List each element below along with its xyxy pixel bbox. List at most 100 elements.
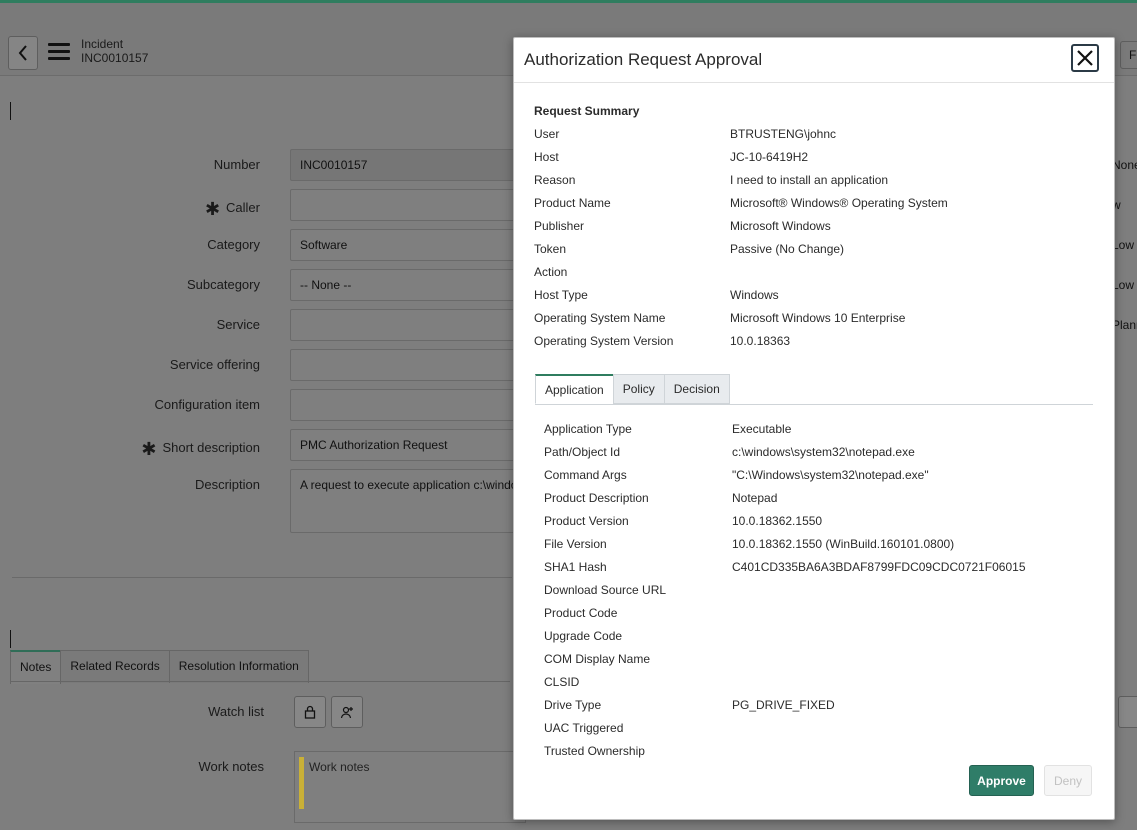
service-label: Service (216, 317, 260, 332)
short-description-label: ✱ Short description (141, 439, 260, 459)
summary-label: Action (534, 265, 568, 279)
summary-label: Host (534, 150, 559, 164)
summary-value: BTRUSTENG\johnc (730, 127, 837, 141)
configuration-item-field[interactable] (290, 389, 530, 421)
lock-button[interactable] (294, 696, 326, 728)
caller-field[interactable] (290, 189, 530, 221)
tab-notes[interactable]: Notes (10, 650, 62, 684)
application-label: COM Display Name (544, 652, 651, 666)
application-label: Trusted Ownership (544, 744, 645, 758)
tab-underline (10, 681, 510, 682)
header-right-button[interactable]: F (1120, 41, 1137, 69)
right-field-fragment[interactable]: Low (1112, 238, 1134, 252)
application-value: "C:\Windows\system32\notepad.exe" (732, 468, 929, 482)
application-label: CLSID (544, 675, 580, 689)
hamburger-menu-icon[interactable] (48, 43, 70, 61)
deny-button[interactable]: Deny (1044, 765, 1092, 796)
chevron-left-icon (18, 45, 27, 61)
close-button[interactable] (1071, 44, 1099, 72)
record-number: INC0010157 (81, 51, 149, 65)
close-icon (1077, 50, 1093, 66)
summary-label: Reason (534, 173, 576, 187)
short-description-field[interactable]: PMC Authorization Request (290, 429, 530, 461)
application-label: SHA1 Hash (544, 560, 607, 574)
right-field-fragment[interactable]: Plann (1112, 318, 1137, 332)
application-label: Path/Object Id (544, 445, 621, 459)
summary-label: Host Type (534, 288, 588, 302)
required-asterisk-icon: ✱ (141, 439, 157, 459)
summary-label: User (534, 127, 560, 141)
service-field[interactable] (290, 309, 530, 341)
work-notes-marker (299, 757, 304, 809)
right-field-fragment[interactable]: Low (1112, 278, 1134, 292)
summary-label: Operating System Version (534, 334, 674, 348)
description-label: Description (194, 477, 260, 492)
application-label: Application Type (544, 422, 632, 436)
application-label: Product Description (544, 491, 649, 505)
lower-tab-bar: Notes Related Records Resolution Informa… (10, 650, 309, 684)
application-label: Product Code (544, 606, 618, 620)
application-value: c:\windows\system32\notepad.exe (732, 445, 915, 459)
text-cursor (10, 102, 11, 120)
required-asterisk-icon: ✱ (204, 199, 221, 219)
application-value: 10.0.18362.1550 (WinBuild.160101.0800) (732, 537, 955, 551)
application-value: 10.0.18362.1550 (732, 514, 823, 528)
summary-value: I need to install an application (730, 173, 889, 187)
record-type: Incident (81, 37, 124, 51)
section-divider (12, 577, 512, 578)
authorization-request-modal: Authorization Request Approval Request S… (513, 37, 1115, 820)
tab-related-records[interactable]: Related Records (60, 650, 170, 683)
tab-resolution-information[interactable]: Resolution Information (168, 650, 309, 683)
summary-value: Microsoft® Windows® Operating System (730, 196, 948, 210)
modal-tab-underline (535, 404, 1093, 405)
application-label: Download Source URL (544, 583, 667, 597)
work-notes-placeholder: Work notes (309, 760, 370, 774)
work-notes-label: Work notes (198, 759, 264, 774)
caller-label: ✱ Caller (204, 199, 260, 219)
summary-value: Windows (730, 288, 779, 302)
summary-value: Microsoft Windows (730, 219, 831, 233)
summary-label: Product Name (534, 196, 611, 210)
summary-label: Operating System Name (534, 311, 666, 325)
service-offering-field[interactable] (290, 349, 530, 381)
request-summary-heading: Request Summary (534, 104, 640, 118)
configuration-item-label: Configuration item (154, 397, 261, 412)
approve-button[interactable]: Approve (969, 765, 1034, 796)
right-field-fragment[interactable]: None (1112, 158, 1137, 172)
summary-label: Publisher (534, 219, 585, 233)
category-select[interactable]: Software (290, 229, 530, 261)
subcategory-label: Subcategory (187, 277, 260, 292)
lock-icon (304, 705, 316, 719)
modal-tab-bar: Application Policy Decision (535, 374, 730, 404)
application-value: PG_DRIVE_FIXED (732, 698, 835, 712)
summary-label: Token (534, 242, 567, 256)
summary-value: JC-10-6419H2 (730, 150, 809, 164)
subcategory-select[interactable]: -- None -- (290, 269, 530, 301)
add-user-icon (340, 706, 353, 719)
application-label: UAC Triggered (544, 721, 624, 735)
number-field: INC0010157 (290, 149, 530, 181)
application-label: File Version (544, 537, 607, 551)
application-value: Notepad (732, 491, 778, 505)
summary-value: Passive (No Change) (730, 242, 845, 256)
work-notes-textarea[interactable]: Work notes (294, 751, 526, 823)
tab-policy[interactable]: Policy (612, 374, 665, 404)
watch-list-label: Watch list (208, 704, 264, 719)
tab-application[interactable]: Application (535, 374, 614, 404)
right-icon-button[interactable] (1118, 696, 1137, 728)
tab-decision[interactable]: Decision (663, 374, 730, 404)
number-label: Number (213, 157, 260, 172)
application-label: Upgrade Code (544, 629, 623, 643)
application-label: Drive Type (544, 698, 602, 712)
application-value: C401CD335BA6A3BDAF8799FDC09CDC0721F06015 (732, 560, 1026, 574)
application-value: Executable (732, 422, 792, 436)
text-cursor (10, 630, 11, 648)
category-label: Category (207, 237, 260, 252)
description-field[interactable]: A request to execute application c:\wind… (290, 469, 530, 533)
summary-value: 10.0.18363 (730, 334, 791, 348)
modal-title: Authorization Request Approval (524, 50, 763, 69)
add-watcher-button[interactable] (331, 696, 363, 728)
back-button[interactable] (8, 36, 38, 70)
modal-header: Authorization Request Approval (514, 38, 1114, 83)
application-label: Product Version (544, 514, 629, 528)
